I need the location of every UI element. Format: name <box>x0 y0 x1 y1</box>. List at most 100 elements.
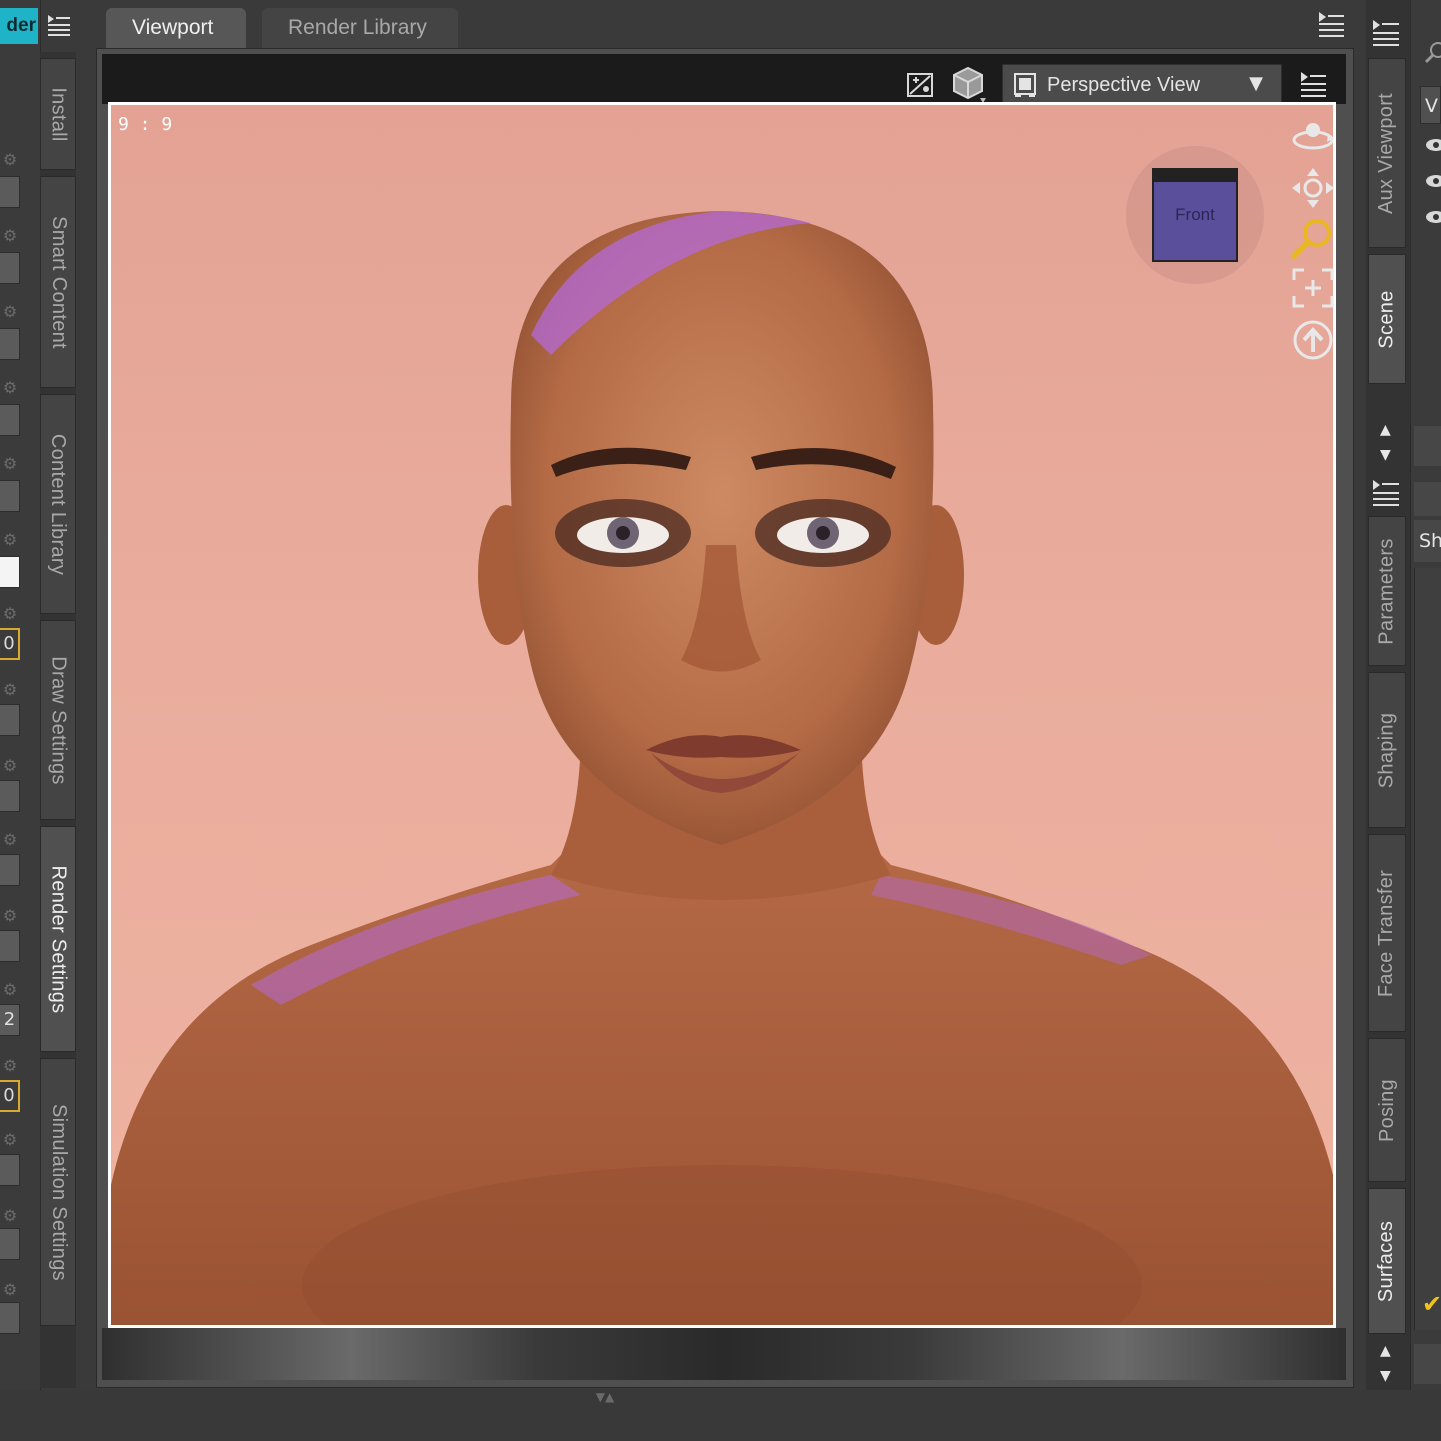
left-control[interactable] <box>0 930 20 962</box>
eye-icon[interactable] <box>1424 172 1441 190</box>
view-select-value: Perspective View <box>1047 73 1201 96</box>
scroll-up-icon[interactable]: ▲ <box>1380 1343 1391 1359</box>
tab-posing[interactable]: Posing <box>1368 1038 1406 1182</box>
right-pane-control[interactable] <box>1414 482 1441 516</box>
pane-menu-icon[interactable] <box>1316 8 1346 38</box>
tab-draw-settings[interactable]: Draw Settings <box>40 620 76 820</box>
gear-icon[interactable]: ⚙ <box>0 378 20 398</box>
tab-viewport[interactable]: Viewport <box>106 8 246 48</box>
tab-label: Draw Settings <box>47 655 70 785</box>
number-field[interactable]: 2 <box>0 1004 20 1036</box>
status-bar <box>0 1390 1441 1441</box>
tab-simulation-settings[interactable]: Simulation Settings <box>40 1058 76 1326</box>
tab-parameters[interactable]: Parameters <box>1368 516 1406 666</box>
left-control[interactable] <box>0 480 20 512</box>
tab-label: Face Transfer <box>1375 869 1398 997</box>
gear-icon[interactable]: ⚙ <box>0 604 20 624</box>
surfaces-list[interactable] <box>1414 568 1441 1330</box>
gear-icon[interactable]: ⚙ <box>0 1130 20 1150</box>
nav-cube-top[interactable] <box>1152 168 1238 182</box>
gear-icon[interactable]: ⚙ <box>0 680 20 700</box>
scroll-down-icon[interactable]: ▼ <box>1380 447 1391 463</box>
tab-scene[interactable]: Scene <box>1368 254 1406 384</box>
right-pane-control[interactable] <box>1414 1344 1441 1384</box>
tab-label: Smart Content <box>47 215 70 349</box>
gear-icon[interactable]: ⚙ <box>0 756 20 776</box>
search-icon[interactable] <box>1424 40 1441 68</box>
left-control[interactable] <box>0 854 20 886</box>
tab-label: Surfaces <box>1375 1220 1398 1302</box>
draw-style-icon[interactable] <box>905 70 937 100</box>
tab-label: Shaping <box>1375 712 1398 788</box>
tab-content-library[interactable]: Content Library <box>40 394 76 614</box>
gear-icon[interactable]: ⚙ <box>0 226 20 246</box>
pane-menu-icon[interactable] <box>1370 16 1402 48</box>
left-control[interactable] <box>0 404 20 436</box>
tab-install[interactable]: Install <box>40 58 76 170</box>
ground-strip <box>102 1328 1346 1380</box>
viewport-menu-icon[interactable] <box>1298 68 1328 98</box>
aspect-ratio-label: 9 : 9 <box>118 114 173 135</box>
scene-filter-input[interactable]: V <box>1420 86 1441 124</box>
splitter-handle-icon[interactable]: ▼▲ <box>560 1390 650 1404</box>
color-swatch[interactable] <box>0 556 20 588</box>
gear-icon[interactable]: ⚙ <box>0 302 20 322</box>
orbit-icon[interactable] <box>1290 114 1336 158</box>
zoom-icon[interactable] <box>1290 216 1336 260</box>
tab-face-transfer[interactable]: Face Transfer <box>1368 834 1406 1032</box>
scroll-up-icon[interactable]: ▲ <box>1380 422 1391 438</box>
tab-label: Simulation Settings <box>47 1103 70 1281</box>
checkmark-icon[interactable]: ✔ <box>1422 1290 1441 1320</box>
tab-label: Aux Viewport <box>1375 92 1398 214</box>
left-pane-tab[interactable]: der <box>0 8 38 44</box>
number-field[interactable]: 0 <box>0 628 20 660</box>
tab-shaping[interactable]: Shaping <box>1368 672 1406 828</box>
tab-aux-viewport[interactable]: Aux Viewport <box>1368 58 1406 248</box>
eye-icon[interactable] <box>1424 136 1441 154</box>
tab-smart-content[interactable]: Smart Content <box>40 176 76 388</box>
nav-cube-label: Front <box>1175 205 1215 224</box>
cube-icon[interactable] <box>950 64 986 104</box>
pane-menu-icon[interactable] <box>46 12 72 36</box>
tab-label: Render Settings <box>47 865 70 1013</box>
left-pane: ⚙ ⚙ ⚙ ⚙ ⚙ ⚙ ⚙ 0 ⚙ ⚙ ⚙ ⚙ ⚙ 2 ⚙ 0 ⚙ ⚙ ⚙ <box>0 0 41 1390</box>
tab-surfaces[interactable]: Surfaces <box>1368 1188 1406 1334</box>
gear-icon[interactable]: ⚙ <box>0 1056 20 1076</box>
gear-icon[interactable]: ⚙ <box>0 1280 20 1300</box>
tab-label: Parameters <box>1375 537 1398 645</box>
gear-icon[interactable]: ⚙ <box>0 150 20 170</box>
left-control[interactable] <box>0 780 20 812</box>
surfaces-filter-input[interactable]: Sh <box>1414 520 1441 562</box>
gear-icon[interactable]: ⚙ <box>0 830 20 850</box>
gear-icon[interactable]: ⚙ <box>0 454 20 474</box>
pan-icon[interactable] <box>1290 166 1336 210</box>
tab-render-library[interactable]: Render Library <box>262 8 458 48</box>
gear-icon[interactable]: ⚙ <box>0 980 20 1000</box>
left-control[interactable] <box>0 252 20 284</box>
eye-icon[interactable] <box>1424 208 1441 226</box>
gear-icon[interactable]: ⚙ <box>0 530 20 550</box>
right-pane-control[interactable] <box>1414 426 1441 466</box>
left-control[interactable] <box>0 1302 20 1334</box>
chevron-down-icon: ▼ <box>1249 73 1263 94</box>
tab-label: Scene <box>1375 289 1398 349</box>
gear-icon[interactable]: ⚙ <box>0 1206 20 1226</box>
tab-label: Content Library <box>47 433 70 575</box>
tab-label: Posing <box>1375 1078 1398 1142</box>
tab-render-settings[interactable]: Render Settings <box>40 826 76 1052</box>
number-field[interactable]: 0 <box>0 1080 20 1112</box>
left-control[interactable] <box>0 1228 20 1260</box>
scroll-down-icon[interactable]: ▼ <box>1380 1368 1391 1384</box>
frame-icon[interactable] <box>1290 266 1336 310</box>
camera-view-icon <box>1014 73 1036 97</box>
viewport-render[interactable] <box>108 102 1336 1328</box>
reset-view-icon[interactable] <box>1290 318 1336 362</box>
view-select[interactable]: Perspective View ▼ <box>1002 64 1282 106</box>
left-control[interactable] <box>0 1154 20 1186</box>
pane-menu-icon[interactable] <box>1370 476 1402 508</box>
left-control[interactable] <box>0 328 20 360</box>
gear-icon[interactable]: ⚙ <box>0 906 20 926</box>
left-control[interactable] <box>0 704 20 736</box>
left-control[interactable] <box>0 176 20 208</box>
tab-label: Install <box>47 86 70 142</box>
